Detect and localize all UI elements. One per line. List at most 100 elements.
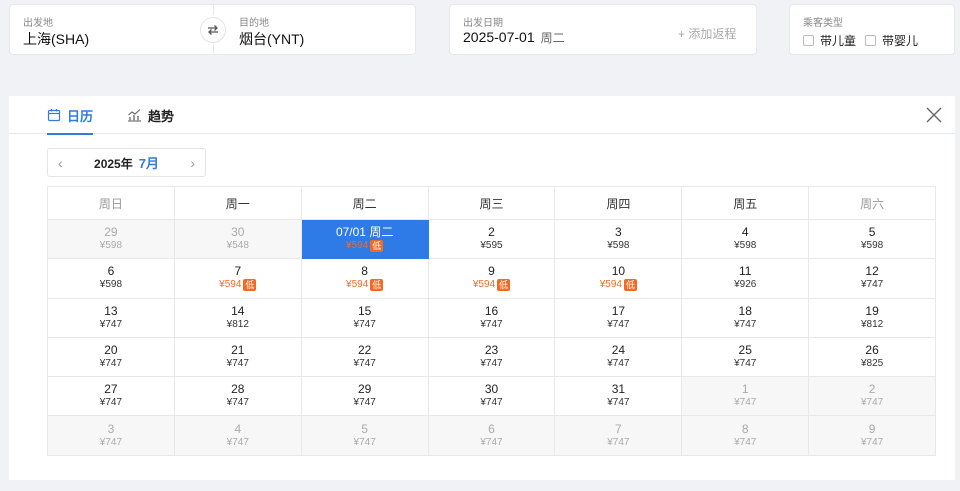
calendar-day[interactable]: 6 ¥747 (428, 416, 556, 456)
from-city-input[interactable]: 上海(SHA) (23, 29, 89, 49)
day-price: ¥747 (861, 278, 883, 292)
day-number: 4 (234, 421, 242, 436)
calendar-day[interactable]: 9 ¥594 低 (428, 259, 556, 299)
calendar-day[interactable]: 13 ¥747 (48, 298, 175, 338)
calendar-day[interactable]: 19 ¥812 (809, 298, 937, 338)
calendar-day[interactable]: 7 ¥594 低 (174, 259, 302, 299)
calendar-day[interactable]: 30 ¥548 (174, 220, 302, 260)
day-price: ¥747 (354, 436, 376, 450)
calendar-day[interactable]: 10 ¥594 低 (555, 259, 683, 299)
price-value: ¥747 (226, 436, 249, 448)
close-button[interactable] (925, 106, 943, 124)
day-price: ¥747 (100, 318, 122, 332)
date-input[interactable]: 2025-07-01 周二 (463, 29, 565, 46)
add-return-button[interactable]: + 添加返程 (678, 25, 736, 42)
price-value: ¥594 (219, 279, 242, 291)
day-price: ¥812 (227, 318, 249, 332)
price-value: ¥747 (99, 436, 123, 448)
calendar-day[interactable]: 1 ¥747 (682, 377, 810, 417)
calendar-day[interactable]: 24 ¥747 (555, 337, 683, 378)
calendar-day[interactable]: 8 ¥747 (682, 416, 810, 456)
calendar-day[interactable]: 4 ¥747 (174, 416, 302, 456)
calendar-day[interactable]: 5 ¥598 (809, 220, 937, 260)
calendar-day[interactable]: 20 ¥747 (48, 337, 175, 378)
calendar-day[interactable]: 2 ¥595 (428, 220, 556, 260)
day-price: ¥747 (607, 436, 629, 450)
calendar-day[interactable]: 23 ¥747 (428, 337, 556, 378)
price-value: ¥812 (226, 318, 249, 330)
day-price: ¥747 (861, 436, 883, 450)
day-price: ¥747 (227, 357, 249, 371)
calendar-day[interactable]: 6 ¥598 (48, 259, 175, 299)
calendar-day[interactable]: 8 ¥594 低 (301, 259, 429, 299)
prev-month-button[interactable]: ‹ (58, 155, 63, 171)
from-label: 出发地 (23, 18, 53, 29)
calendar-day[interactable]: 17 ¥747 (555, 298, 683, 338)
low-price-badge: 低 (370, 240, 384, 253)
calendar-day[interactable]: 26 ¥825 (809, 337, 937, 378)
day-price: ¥747 (227, 436, 249, 450)
calendar-day[interactable]: 27 ¥747 (48, 377, 175, 417)
calendar-day[interactable]: 3 ¥747 (48, 416, 175, 456)
day-price: ¥812 (861, 318, 883, 332)
calendar-day[interactable]: 29 ¥598 (48, 220, 175, 260)
infant-checkbox[interactable]: 带婴儿 (865, 32, 918, 49)
price-value: ¥747 (353, 318, 376, 330)
price-value: ¥747 (734, 436, 757, 448)
calendar-day[interactable]: 11 ¥926 (682, 259, 810, 299)
calendar-day[interactable]: 12 ¥747 (809, 259, 937, 299)
price-value: ¥812 (860, 318, 884, 330)
calendar-day[interactable]: 15 ¥747 (301, 298, 429, 338)
calendar-day[interactable]: 31 ¥747 (555, 377, 683, 417)
swap-button[interactable] (200, 17, 226, 43)
day-number: 29 (357, 382, 372, 397)
calendar-day[interactable]: 25 ¥747 (682, 337, 810, 378)
day-number: 30 (484, 382, 499, 397)
child-checkbox[interactable]: 带儿童 (803, 32, 856, 49)
day-price: ¥594 低 (600, 278, 637, 292)
price-value: ¥747 (607, 436, 630, 448)
calendar-day[interactable]: 2 ¥747 (809, 377, 937, 417)
swap-arrows-icon (208, 25, 218, 35)
infant-label: 带婴儿 (882, 34, 919, 48)
checkbox-box[interactable] (865, 35, 876, 46)
route-card: 出发地 上海(SHA) 目的地 烟台(YNT) (9, 4, 416, 55)
day-price: ¥825 (861, 357, 883, 371)
divider (213, 5, 214, 15)
day-price: ¥747 (480, 436, 502, 450)
day-number: 7 (615, 421, 622, 436)
calendar-icon (47, 109, 61, 122)
calendar-day[interactable]: 22 ¥747 (301, 337, 429, 378)
calendar-day[interactable]: 4 ¥598 (682, 220, 810, 260)
day-number: 31 (611, 382, 626, 397)
price-value: ¥747 (99, 318, 123, 330)
calendar-day-selected[interactable]: 07/01 周二 ¥594 低 (301, 220, 429, 260)
tab-trend[interactable]: 趋势 (127, 96, 174, 134)
day-number: 15 (357, 303, 372, 318)
tab-calendar[interactable]: 日历 (47, 96, 94, 135)
day-number: 24 (611, 343, 626, 358)
calendar-day[interactable]: 21 ¥747 (174, 337, 302, 378)
calendar-day[interactable]: 16 ¥747 (428, 298, 556, 338)
calendar-day[interactable]: 29 ¥747 (301, 377, 429, 417)
calendar-day[interactable]: 14 ¥812 (174, 298, 302, 338)
tab-calendar-label: 日历 (67, 108, 94, 124)
next-month-button[interactable]: › (190, 155, 195, 171)
calendar-day[interactable]: 9 ¥747 (809, 416, 937, 456)
day-number: 3 (615, 225, 622, 240)
to-city-input[interactable]: 烟台(YNT) (239, 29, 304, 49)
date-card[interactable]: 出发日期 2025-07-01 周二 + 添加返程 (449, 4, 757, 55)
day-price: ¥747 (354, 396, 376, 410)
calendar-day[interactable]: 30 ¥747 (428, 377, 556, 417)
day-price: ¥747 (227, 396, 249, 410)
day-number: 1 (741, 382, 749, 397)
calendar-day[interactable]: 28 ¥747 (174, 377, 302, 417)
checkbox-box[interactable] (803, 35, 814, 46)
day-number: 2 (868, 382, 876, 397)
calendar-day[interactable]: 5 ¥747 (301, 416, 429, 456)
calendar-day[interactable]: 3 ¥598 (555, 220, 683, 260)
day-price: ¥598 (734, 239, 756, 253)
calendar-day[interactable]: 18 ¥747 (682, 298, 810, 338)
calendar-day[interactable]: 7 ¥747 (555, 416, 683, 456)
price-value: ¥598 (607, 240, 630, 252)
